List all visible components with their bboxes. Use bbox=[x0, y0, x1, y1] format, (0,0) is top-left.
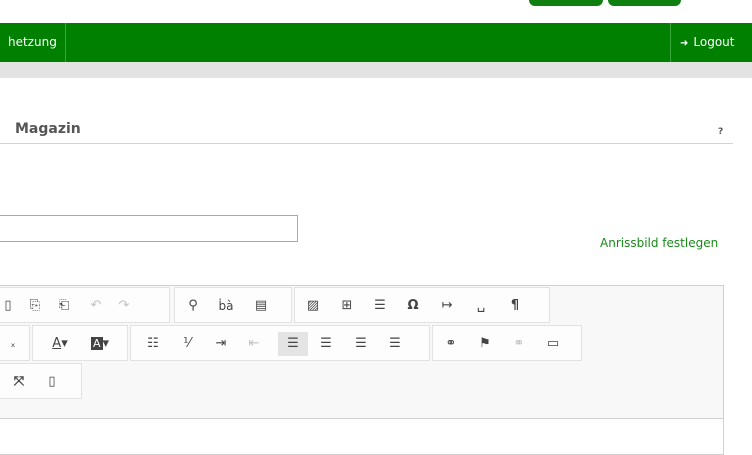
toolbar-group-insert: ▨ ⊞ ☰ Ω ↦ ␣ ¶ bbox=[294, 287, 550, 323]
sub-navbar bbox=[0, 62, 752, 78]
text-color-icon[interactable]: A▾ bbox=[43, 332, 77, 356]
align-center-icon[interactable]: ☰ bbox=[314, 332, 338, 356]
maximize-icon[interactable]: ⤧ bbox=[7, 370, 31, 394]
page-break-icon[interactable]: ↦ bbox=[435, 294, 459, 318]
link-icon[interactable]: ⚭ bbox=[439, 332, 463, 356]
anchor-icon[interactable]: ⚑ bbox=[473, 332, 497, 356]
rich-text-editor[interactable]: ▯ ⎘ ⎗ ↶ ↷ ⚲ ḃà ▤ ▨ ⊞ ☰ Ω ↦ ␣ ¶ ₓ A▾ A▾ bbox=[0, 285, 724, 455]
outdent-icon[interactable]: ⇤ bbox=[242, 332, 266, 356]
bulleted-list-icon[interactable]: ☷ bbox=[141, 332, 165, 356]
remove-format-icon[interactable]: ₓ bbox=[3, 332, 23, 356]
logout-button[interactable]: ➜ Logout bbox=[670, 23, 752, 62]
special-char-icon[interactable]: Ω bbox=[401, 294, 425, 318]
indent-icon[interactable]: ⇥ bbox=[209, 332, 233, 356]
text-input[interactable] bbox=[0, 215, 298, 242]
nbsp-icon[interactable]: ␣ bbox=[469, 294, 493, 318]
title-divider bbox=[0, 143, 733, 144]
sign-out-icon: ➜ bbox=[680, 38, 689, 49]
anrissbild-link[interactable]: Anrissbild festlegen bbox=[600, 236, 718, 250]
replace-icon[interactable]: ḃà bbox=[214, 294, 238, 318]
main-navbar: hetzung ➜ Logout bbox=[0, 23, 752, 62]
paste-text-icon[interactable]: ⎘ bbox=[23, 294, 47, 318]
section-title: Magazin bbox=[15, 121, 81, 137]
bg-color-icon[interactable]: A ▾ bbox=[83, 332, 117, 356]
toolbar-group-links: ⚭ ⚑ ⚭ ▭ bbox=[432, 325, 582, 361]
toolbar-group-format: ₓ bbox=[0, 325, 30, 361]
glossary-icon[interactable]: ▭ bbox=[541, 332, 565, 356]
toolbar-group-find: ⚲ ḃà ▤ bbox=[174, 287, 292, 323]
nav-item-partial[interactable]: hetzung bbox=[0, 23, 66, 62]
find-icon[interactable]: ⚲ bbox=[181, 294, 205, 318]
select-all-icon[interactable]: ▤ bbox=[249, 294, 273, 318]
show-blocks-icon[interactable]: ¶ bbox=[503, 294, 527, 318]
image-icon[interactable]: ▨ bbox=[301, 294, 325, 318]
numbered-list-icon[interactable]: ⅟ bbox=[175, 332, 199, 356]
table-icon[interactable]: ⊞ bbox=[335, 294, 359, 318]
horizontal-line-icon[interactable]: ☰ bbox=[368, 294, 392, 318]
align-left-icon[interactable]: ☰ bbox=[278, 332, 308, 356]
toolbar-group-tools: ⤧ ▯ bbox=[0, 363, 82, 399]
toolbar-group-paragraph: ☷ ⅟ ⇥ ⇤ ☰ ☰ ☰ ☰ bbox=[130, 325, 430, 361]
editor-content-area[interactable] bbox=[0, 419, 723, 455]
redo-icon[interactable]: ↷ bbox=[112, 294, 136, 318]
toolbar-group-colors: A▾ A ▾ bbox=[32, 325, 128, 361]
toolbar-group-clipboard: ▯ ⎘ ⎗ ↶ ↷ bbox=[0, 287, 170, 323]
unlink-icon[interactable]: ⚭ bbox=[507, 332, 531, 356]
top-button-2[interactable] bbox=[608, 0, 681, 6]
undo-icon[interactable]: ↶ bbox=[84, 294, 108, 318]
paste-word-icon[interactable]: ⎗ bbox=[52, 294, 76, 318]
top-button-1[interactable] bbox=[529, 0, 603, 6]
justify-icon[interactable]: ☰ bbox=[383, 332, 407, 356]
editor-toolbar: ▯ ⎘ ⎗ ↶ ↷ ⚲ ḃà ▤ ▨ ⊞ ☰ Ω ↦ ␣ ¶ ₓ A▾ A▾ bbox=[0, 286, 723, 419]
help-link[interactable]: ? bbox=[718, 127, 723, 137]
logout-label: Logout bbox=[693, 35, 735, 49]
source-icon[interactable]: ▯ bbox=[40, 370, 64, 394]
paste-icon[interactable]: ▯ bbox=[3, 294, 13, 318]
align-right-icon[interactable]: ☰ bbox=[349, 332, 373, 356]
